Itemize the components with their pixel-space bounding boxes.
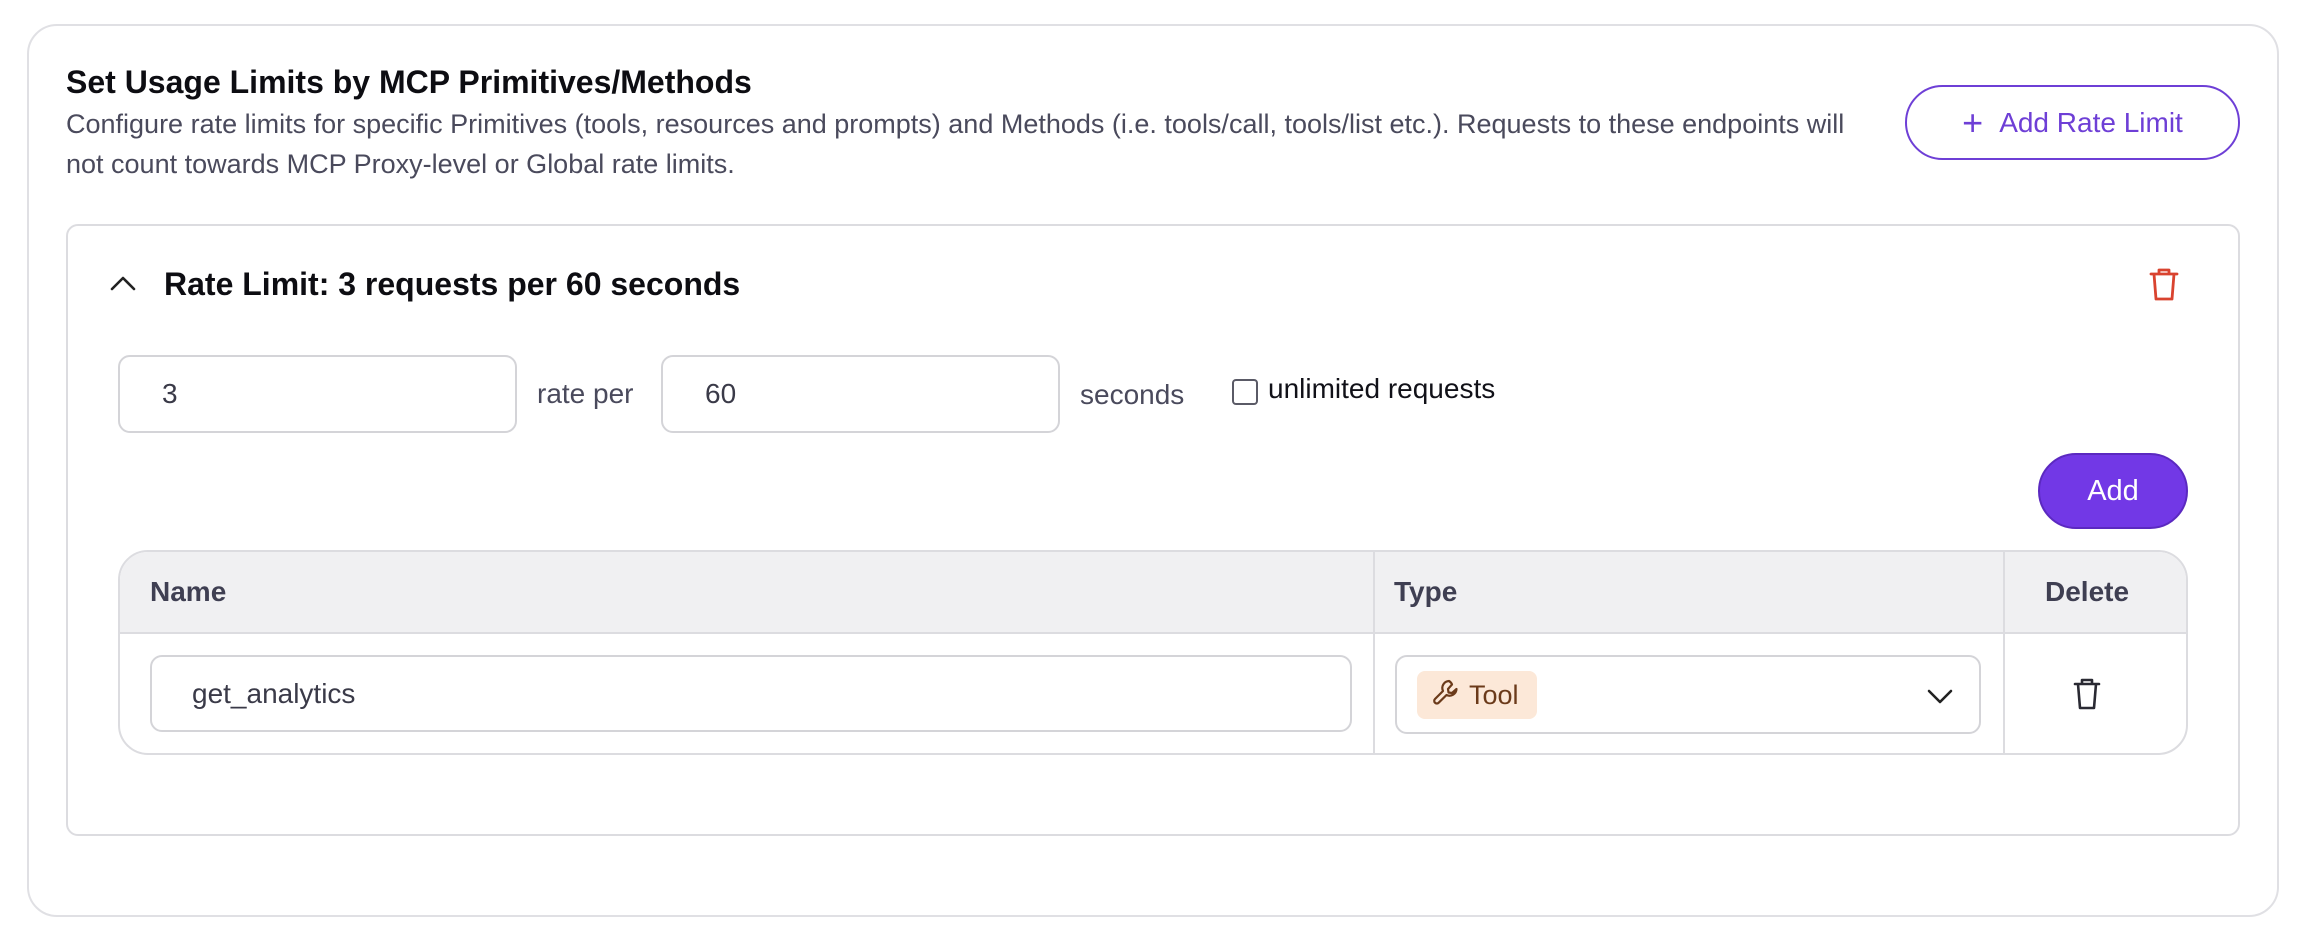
rate-limit-title: Rate Limit: 3 requests per 60 seconds bbox=[164, 266, 741, 302]
unlimited-requests-label[interactable]: unlimited requests bbox=[1268, 373, 1495, 405]
wrench-icon bbox=[1431, 678, 1459, 713]
section-description: Configure rate limits for specific Primi… bbox=[66, 109, 1845, 179]
seconds-input[interactable]: 60 bbox=[661, 355, 1060, 433]
trash-icon[interactable] bbox=[2072, 677, 2102, 711]
column-header-type: Type bbox=[1394, 576, 1458, 607]
column-header-name: Name bbox=[150, 576, 227, 607]
rate-per-label: rate per bbox=[537, 378, 634, 409]
trash-icon[interactable] bbox=[2148, 266, 2180, 302]
chevron-down-icon bbox=[1925, 682, 1955, 710]
column-divider bbox=[2003, 552, 2005, 753]
unlimited-requests-checkbox[interactable] bbox=[1232, 379, 1258, 405]
add-rate-limit-label: Add Rate Limit bbox=[1999, 106, 2183, 138]
requests-input[interactable]: 3 bbox=[118, 355, 517, 433]
table-header: Name Type Delete bbox=[120, 552, 2186, 634]
type-select[interactable]: Tool bbox=[1395, 655, 1981, 734]
plus-icon: + bbox=[1962, 101, 1984, 143]
seconds-label: seconds bbox=[1080, 379, 1185, 410]
add-button[interactable]: Add bbox=[2038, 453, 2188, 529]
name-input[interactable]: get_analytics bbox=[150, 655, 1352, 732]
type-badge-label: Tool bbox=[1469, 679, 1519, 710]
chevron-up-icon[interactable] bbox=[108, 268, 138, 298]
add-rate-limit-button[interactable]: + Add Rate Limit bbox=[1905, 85, 2240, 160]
column-divider bbox=[1373, 552, 1375, 753]
type-badge: Tool bbox=[1417, 671, 1537, 719]
primitives-table: Name Type Delete get_analytics Tool bbox=[118, 550, 2188, 755]
section-title: Set Usage Limits by MCP Primitives/Metho… bbox=[66, 64, 752, 100]
column-header-delete: Delete bbox=[2045, 576, 2130, 607]
